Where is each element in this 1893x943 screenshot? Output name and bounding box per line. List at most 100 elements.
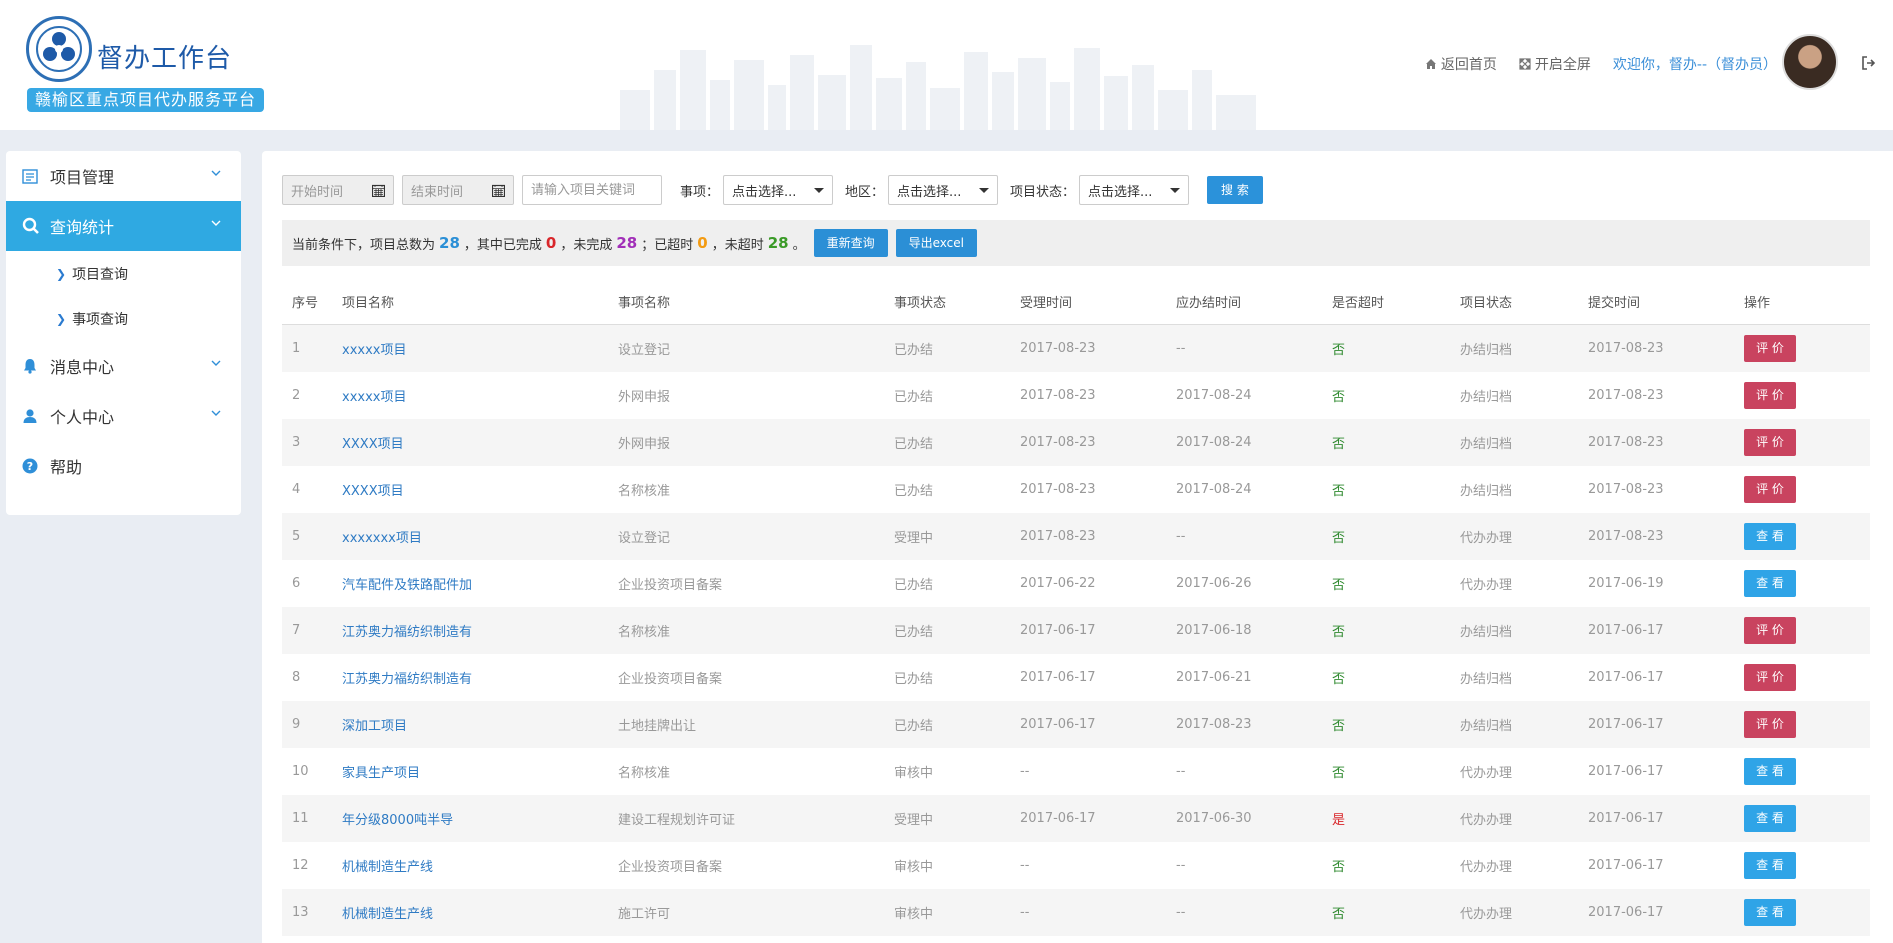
sidebar-item-query-statistics[interactable]: 查询统计 [6,201,241,251]
requery-button[interactable]: 重新查询 [813,229,888,257]
table-cell-col-item-status: 已办结 [894,672,934,687]
logout-icon[interactable] [1862,56,1876,70]
home-link[interactable]: 返回首页 [1425,54,1497,74]
table-cell-col-project-status: 办结归档 [1460,672,1513,687]
keyword-input[interactable] [522,175,662,205]
table-cell-col-project-name[interactable]: 年分级8000吨半导 [332,795,608,842]
table-row: 10 家具生产项目 名称核准 审核中 -- -- 否 代办办理 2017-06-17 查 看 [282,748,1870,795]
status-select[interactable]: 点击选择... [1079,175,1190,205]
table-cell-col-item-status: 审核中 [884,936,1010,943]
chevron-down-icon [211,170,221,176]
sidebar-item-message-center[interactable]: 消息中心 [6,341,241,391]
home-link-label: 返回首页 [1440,57,1497,73]
table-cell-col-item-status: 审核中 [894,766,934,781]
evaluate-button[interactable]: 评 价 [1744,664,1796,691]
start-date-input[interactable]: 开始时间 [282,175,394,205]
table-cell-col-accept-time: 2017-08-23 [1010,419,1166,466]
table-cell-col-project-status: 办结归档 [1450,701,1578,748]
export-excel-button[interactable]: 导出excel [895,229,977,257]
table-cell-col-overdue: 否 [1322,324,1450,372]
chevron-right-icon: ❯ [56,311,67,326]
table-cell-col-action: 评 价 [1734,607,1870,654]
view-button[interactable]: 查 看 [1744,570,1796,597]
table-cell-col-accept-time: 2017-06-17 [1020,670,1096,685]
table-cell-col-action: 查 看 [1734,842,1870,889]
table-cell-col-project-name[interactable]: 深加工项目 [332,701,608,748]
view-button[interactable]: 查 看 [1744,805,1796,832]
view-button[interactable]: 查 看 [1744,758,1796,785]
table-cell-col-item-name: 名称核准 [618,766,671,781]
table-cell-col-project-name[interactable]: 机械制造生产线 [332,889,608,936]
table-cell-col-item-name: 建设工程安全监督手续 [608,936,884,943]
table-cell-col-project-name[interactable]: XXXX项目 [332,466,608,513]
table-cell-col-overdue: 是 [1322,795,1450,842]
evaluate-button[interactable]: 评 价 [1744,382,1796,409]
table-cell-col-item-name: 名称核准 [608,607,884,654]
table-cell-col-item-name: 企业投资项目备案 [618,672,723,687]
evaluate-button[interactable]: 评 价 [1744,617,1796,644]
table-cell-col-due-time: 2017-08-23 [1166,701,1322,748]
table-cell-col-project-name[interactable]: xxxxxxx项目 [332,513,608,560]
evaluate-button[interactable]: 评 价 [1744,711,1796,738]
table-row: 9 深加工项目 土地挂牌出让 已办结 2017-06-17 2017-08-23 否办结归档… [282,701,1870,748]
evaluate-button[interactable]: 评 价 [1744,476,1796,503]
table-cell-col-project-name[interactable]: 汽车配件及铁路配件加 [332,560,608,607]
header: 督办工作台 赣榆区重点项目代办服务平台 返回首页 开启全屏 欢迎你，督办--（督… [0,0,1893,130]
table-cell-col-project-name[interactable]: 家具生产项目 [332,748,608,795]
end-date-input[interactable]: 结束时间 [402,175,514,205]
main-panel: 开始时间 结束时间 事项： 点击选择... 地区： 点击选择... 项目状态： … [262,151,1893,943]
table-cell-col-index: 4 [292,482,301,497]
table-cell-col-due-time: -- [1176,764,1186,779]
table-cell-col-submit-time: 2017-06-17 [1578,936,1734,943]
table-cell-col-due-time: 2017-06-26 [1176,576,1252,591]
table-cell-col-project-name[interactable]: 机械制造生产线 [332,936,608,943]
table-cell-col-action: 查 看 [1734,936,1870,943]
table-cell-col-item-name: 外网申报 [608,419,884,466]
region-select[interactable]: 点击选择... [888,175,999,205]
chevron-right-icon: ❯ [56,266,67,281]
table-cell-col-project-name[interactable]: 江苏奥力福纺织制造有 [332,607,608,654]
table-cell-col-project-name[interactable]: XXXX项目 [332,419,608,466]
evaluate-button[interactable]: 评 价 [1744,429,1796,456]
table-cell-col-index: 5 [282,513,332,560]
sidebar-item-personal-center[interactable]: 个人中心 [6,391,241,441]
sidebar-item-help[interactable]: ? 帮助 [6,441,241,491]
table-cell-col-project-name[interactable]: 机械制造生产线 [332,842,608,889]
view-button[interactable]: 查 看 [1744,523,1796,550]
table-cell-col-action: 查 看 [1734,560,1870,607]
user-icon [23,409,37,423]
table-cell-col-index: 14 [282,936,332,943]
view-button[interactable]: 查 看 [1744,899,1796,926]
table-row: 2 xxxxx项目 外网申报 已办结 2017-08-23 2017-08-24 否 办结归档… [282,372,1870,419]
table-cell-col-project-name[interactable]: 江苏奥力福纺织制造有 [332,654,608,701]
sidebar-item-label: 个人中心 [50,408,115,427]
table-cell-col-overdue: 否 [1322,607,1450,654]
brand-subtitle: 赣榆区重点项目代办服务平台 [27,88,265,112]
table-cell-col-project-name[interactable]: xxxxx项目 [332,372,608,419]
table-cell-col-item-name: 施工许可 [608,889,884,936]
table-cell-col-item-name: 土地挂牌出让 [608,701,884,748]
search-button[interactable]: 搜 索 [1207,176,1263,204]
status-filter-label: 项目状态： [1010,184,1076,200]
table-cell-col-project-name[interactable]: xxxxx项目 [332,324,608,372]
avatar[interactable] [1782,34,1838,90]
table-cell-col-due-time: 2017-06-18 [1166,607,1322,654]
evaluate-button[interactable]: 评 价 [1744,335,1796,362]
item-select[interactable]: 点击选择... [723,175,834,205]
region-select-value: 点击选择... [897,184,962,200]
sidebar-subitem-project-query[interactable]: ❯ 项目查询 [6,251,241,296]
table-cell-col-action: 查 看 [1734,513,1870,560]
table-cell-col-item-name: 设立登记 [608,324,884,372]
table-cell-col-submit-time: 2017-08-23 [1578,513,1734,560]
view-button[interactable]: 查 看 [1744,852,1796,879]
table-cell-col-submit-time: 2017-08-23 [1588,482,1664,497]
sidebar-subitem-item-query[interactable]: ❯ 事项查询 [6,296,241,341]
table-cell-col-accept-time: 2017-06-17 [1010,701,1166,748]
table-cell-col-action: 评 价 [1734,701,1870,748]
sidebar-item-project-management[interactable]: 项目管理 [6,151,241,201]
table-cell-col-item-status: 已办结 [884,324,1010,372]
table-cell-col-project-status: 代办办理 [1450,795,1578,842]
fullscreen-link[interactable]: 开启全屏 [1519,54,1591,74]
table-cell-col-item-status: 审核中 [884,889,1010,936]
welcome-user[interactable]: 欢迎你，督办--（督办员） [1613,54,1777,74]
